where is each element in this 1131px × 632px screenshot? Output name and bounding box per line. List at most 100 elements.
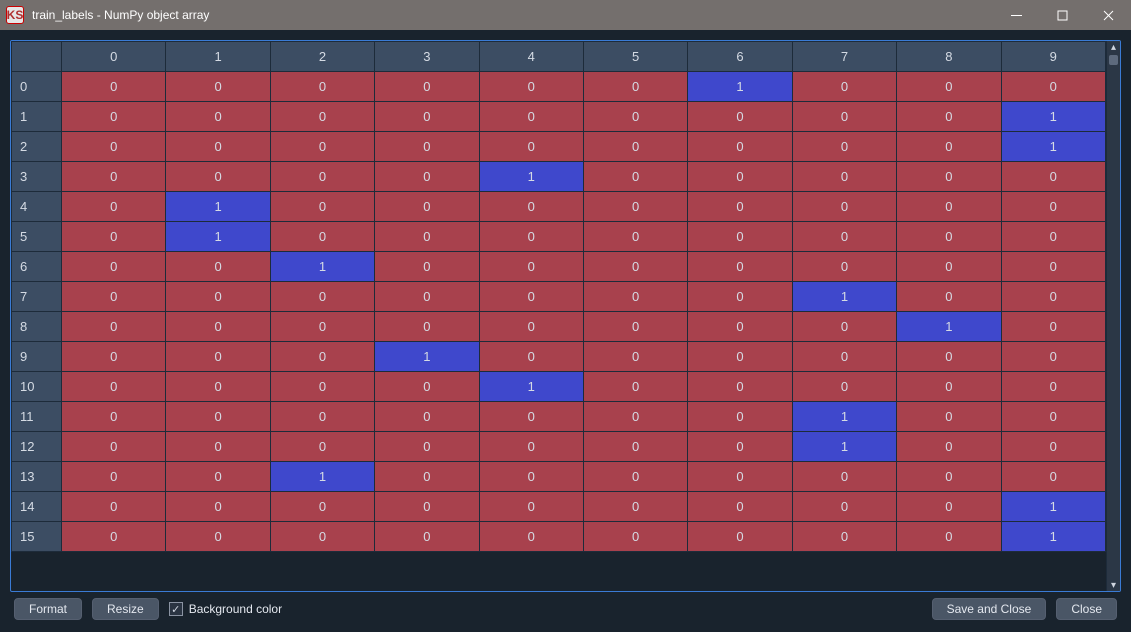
array-cell[interactable]: 1	[897, 312, 1001, 342]
array-cell[interactable]: 0	[166, 102, 270, 132]
array-cell[interactable]: 0	[897, 222, 1001, 252]
array-cell[interactable]: 0	[62, 282, 166, 312]
array-cell[interactable]: 0	[688, 162, 792, 192]
row-header[interactable]: 6	[12, 252, 62, 282]
array-cell[interactable]: 0	[792, 222, 896, 252]
column-header[interactable]: 4	[479, 42, 583, 72]
array-cell[interactable]: 0	[897, 432, 1001, 462]
array-cell[interactable]: 0	[583, 432, 687, 462]
array-cell[interactable]: 0	[792, 492, 896, 522]
array-cell[interactable]: 0	[897, 522, 1001, 552]
array-cell[interactable]: 0	[166, 342, 270, 372]
array-cell[interactable]: 0	[1001, 222, 1105, 252]
array-cell[interactable]: 1	[166, 222, 270, 252]
array-cell[interactable]: 0	[1001, 462, 1105, 492]
array-cell[interactable]: 0	[688, 432, 792, 462]
array-cell[interactable]: 0	[62, 402, 166, 432]
array-cell[interactable]: 1	[270, 252, 374, 282]
array-cell[interactable]: 0	[270, 192, 374, 222]
array-cell[interactable]: 0	[270, 312, 374, 342]
format-button[interactable]: Format	[14, 598, 82, 620]
row-header[interactable]: 0	[12, 72, 62, 102]
array-cell[interactable]: 0	[270, 372, 374, 402]
array-cell[interactable]: 0	[1001, 282, 1105, 312]
array-cell[interactable]: 0	[792, 162, 896, 192]
array-cell[interactable]: 0	[479, 432, 583, 462]
array-cell[interactable]: 0	[62, 132, 166, 162]
array-cell[interactable]: 0	[688, 402, 792, 432]
row-header[interactable]: 8	[12, 312, 62, 342]
vertical-scrollbar[interactable]: ▴ ▾	[1106, 41, 1120, 591]
array-cell[interactable]: 0	[897, 192, 1001, 222]
row-header[interactable]: 11	[12, 402, 62, 432]
array-cell[interactable]: 0	[583, 132, 687, 162]
array-cell[interactable]: 0	[479, 132, 583, 162]
array-cell[interactable]: 0	[792, 252, 896, 282]
array-cell[interactable]: 0	[897, 492, 1001, 522]
array-cell[interactable]: 0	[583, 402, 687, 432]
column-header[interactable]: 9	[1001, 42, 1105, 72]
array-cell[interactable]: 0	[688, 252, 792, 282]
array-cell[interactable]: 0	[166, 252, 270, 282]
array-cell[interactable]: 0	[62, 462, 166, 492]
array-cell[interactable]: 0	[583, 372, 687, 402]
array-cell[interactable]: 0	[688, 102, 792, 132]
array-cell[interactable]: 0	[688, 312, 792, 342]
array-cell[interactable]: 0	[792, 342, 896, 372]
resize-button[interactable]: Resize	[92, 598, 159, 620]
array-cell[interactable]: 0	[688, 132, 792, 162]
array-cell[interactable]: 0	[166, 402, 270, 432]
array-cell[interactable]: 0	[583, 342, 687, 372]
titlebar[interactable]: KS train_labels - NumPy object array	[0, 0, 1131, 30]
array-cell[interactable]: 0	[166, 372, 270, 402]
array-cell[interactable]: 0	[792, 102, 896, 132]
close-button[interactable]: Close	[1056, 598, 1117, 620]
array-cell[interactable]: 0	[1001, 342, 1105, 372]
minimize-button[interactable]	[993, 0, 1039, 30]
array-cell[interactable]: 0	[166, 132, 270, 162]
array-cell[interactable]: 0	[897, 102, 1001, 132]
array-cell[interactable]: 0	[792, 132, 896, 162]
array-cell[interactable]: 0	[479, 72, 583, 102]
array-cell[interactable]: 0	[1001, 252, 1105, 282]
row-header[interactable]: 12	[12, 432, 62, 462]
array-cell[interactable]: 0	[166, 282, 270, 312]
array-cell[interactable]: 0	[375, 162, 479, 192]
array-cell[interactable]: 0	[792, 462, 896, 492]
array-cell[interactable]: 0	[688, 522, 792, 552]
array-cell[interactable]: 0	[479, 222, 583, 252]
array-cell[interactable]: 0	[479, 312, 583, 342]
array-cell[interactable]: 0	[479, 402, 583, 432]
array-cell[interactable]: 0	[583, 462, 687, 492]
array-cell[interactable]: 0	[375, 372, 479, 402]
array-cell[interactable]: 0	[583, 522, 687, 552]
array-cell[interactable]: 0	[270, 432, 374, 462]
array-cell[interactable]: 0	[792, 522, 896, 552]
array-cell[interactable]: 0	[1001, 372, 1105, 402]
array-cell[interactable]: 0	[166, 72, 270, 102]
array-cell[interactable]: 0	[583, 312, 687, 342]
column-header[interactable]: 1	[166, 42, 270, 72]
array-cell[interactable]: 0	[479, 492, 583, 522]
array-cell[interactable]: 1	[479, 162, 583, 192]
array-cell[interactable]: 1	[1001, 132, 1105, 162]
array-cell[interactable]: 0	[62, 192, 166, 222]
array-cell[interactable]: 0	[375, 102, 479, 132]
array-cell[interactable]: 0	[270, 342, 374, 372]
array-cell[interactable]: 0	[62, 102, 166, 132]
array-cell[interactable]: 0	[62, 372, 166, 402]
array-cell[interactable]: 0	[270, 222, 374, 252]
row-header[interactable]: 14	[12, 492, 62, 522]
array-cell[interactable]: 0	[583, 252, 687, 282]
array-cell[interactable]: 0	[166, 492, 270, 522]
array-cell[interactable]: 0	[583, 192, 687, 222]
array-cell[interactable]: 0	[375, 72, 479, 102]
array-cell[interactable]: 0	[688, 192, 792, 222]
array-cell[interactable]: 0	[1001, 402, 1105, 432]
column-header[interactable]: 7	[792, 42, 896, 72]
array-cell[interactable]: 0	[166, 162, 270, 192]
array-cell[interactable]: 0	[792, 372, 896, 402]
array-cell[interactable]: 0	[897, 72, 1001, 102]
array-cell[interactable]: 0	[375, 252, 479, 282]
array-cell[interactable]: 0	[375, 402, 479, 432]
